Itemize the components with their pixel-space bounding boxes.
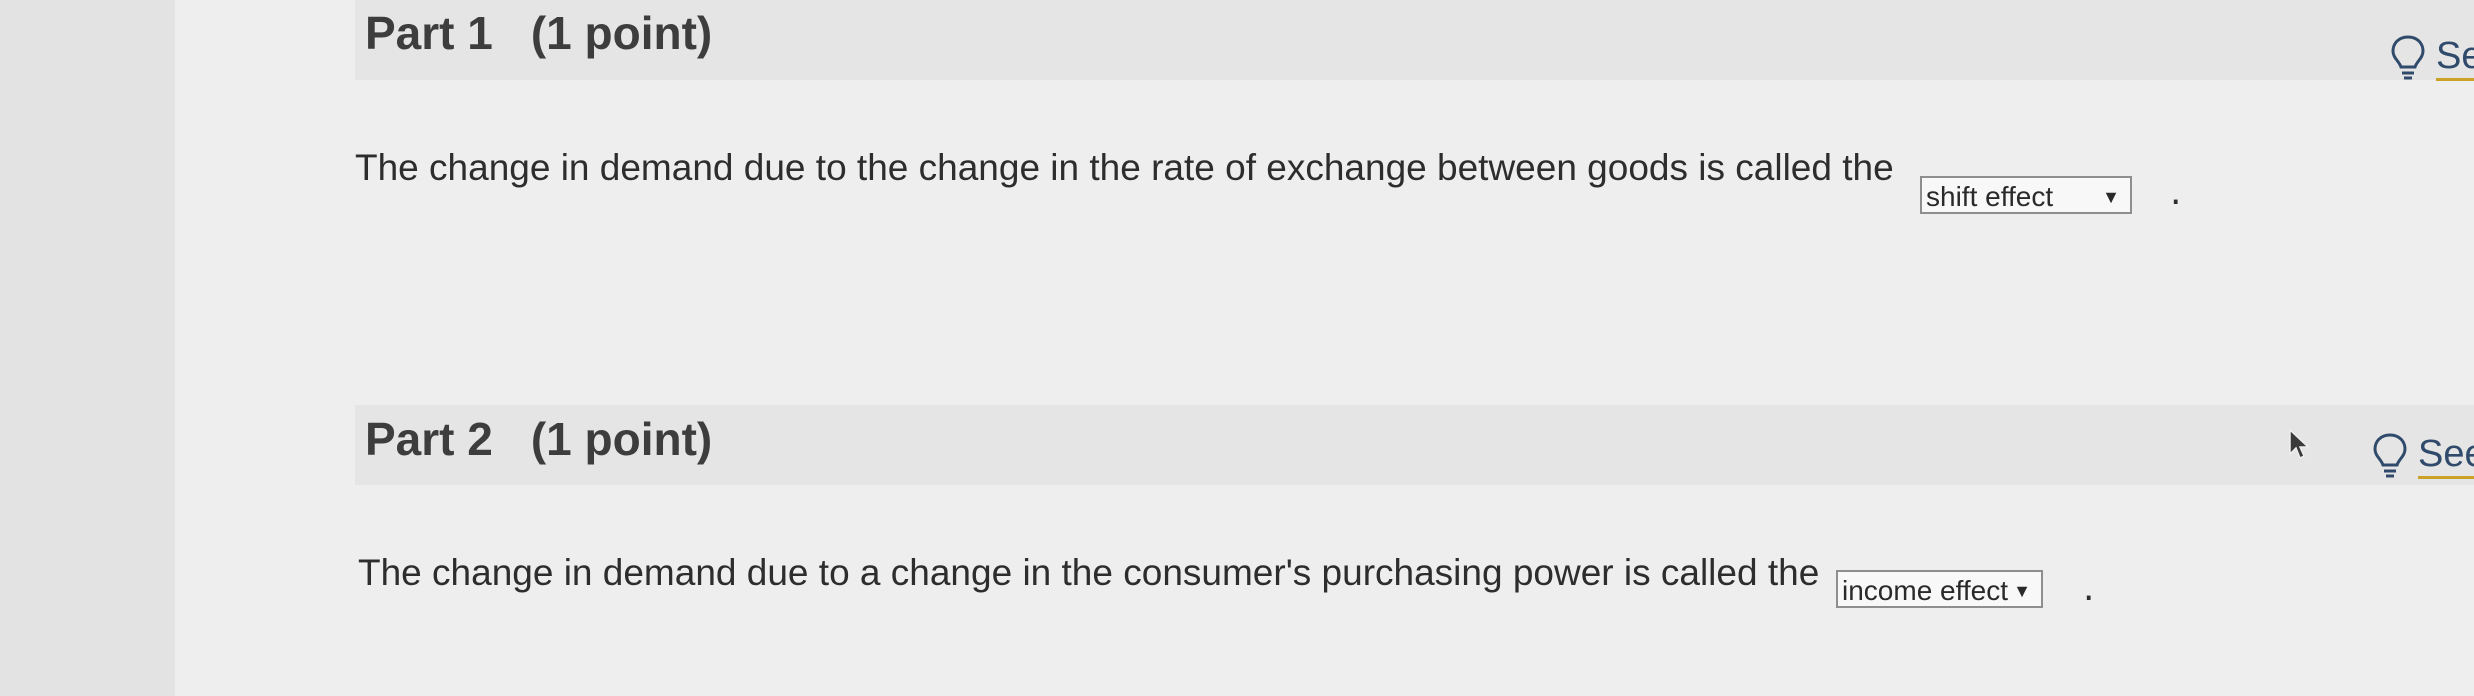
lightbulb-icon [2373, 433, 2407, 478]
part-1-label: Part 1 [365, 7, 493, 59]
part-1-question-text: The change in demand due to the change i… [355, 147, 1894, 188]
part-2-dropdown-value: income effect [1842, 575, 2009, 606]
part-2-title: Part 2 (1 point) [365, 412, 712, 466]
part-2-question-text: The change in demand due to a change in … [358, 552, 1820, 593]
part-2-answer-dropdown[interactable]: income effect ▼ [1836, 570, 2043, 608]
part-2-points: (1 point) [530, 413, 713, 465]
part-1-answer-dropdown[interactable]: shift effect ▼ [1920, 176, 2132, 214]
part-1-hint-label: Se [2436, 34, 2474, 81]
part-1-title: Part 1 (1 point) [365, 6, 712, 60]
part-1-dropdown-value: shift effect [1926, 181, 2054, 212]
left-gutter [0, 0, 175, 696]
part-1-points: (1 point) [530, 7, 713, 59]
part-1-period: . [2170, 172, 2182, 213]
part-2-hint-link[interactable]: See [2372, 432, 2474, 479]
triangle-down-icon: ▼ [2013, 581, 2031, 601]
part-2-hint-label: See [2418, 432, 2474, 479]
part-1-hint-link[interactable]: Se [2390, 34, 2474, 81]
triangle-down-icon: ▼ [2102, 187, 2120, 207]
mouse-pointer-icon [2289, 428, 2310, 460]
lightbulb-icon [2391, 35, 2425, 80]
part-2-label: Part 2 [365, 413, 493, 465]
part-2-period: . [2083, 568, 2095, 609]
